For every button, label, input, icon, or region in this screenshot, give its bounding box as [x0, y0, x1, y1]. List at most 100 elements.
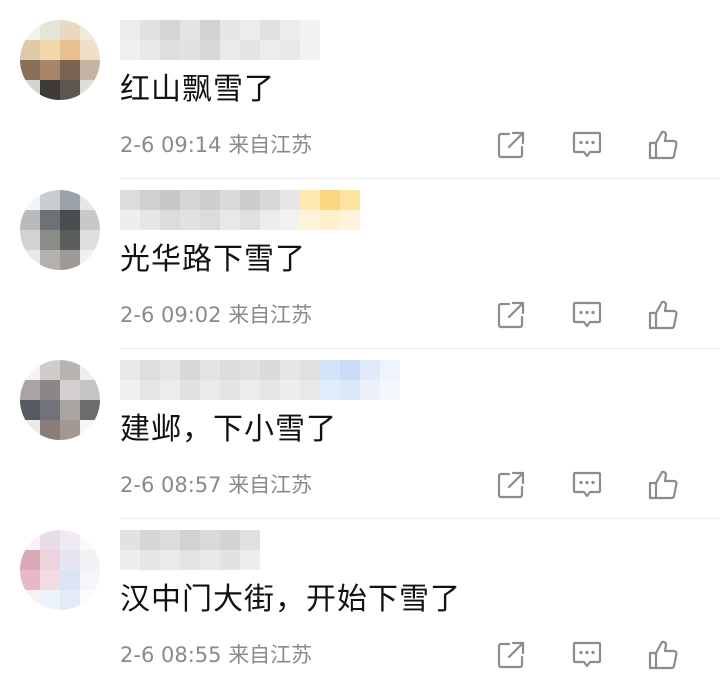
username-blur-row	[120, 360, 400, 380]
username-blur-cell	[300, 40, 320, 60]
like-button[interactable]	[646, 638, 680, 672]
username-blur-cell	[200, 550, 220, 570]
username-blur-cell	[360, 380, 380, 400]
share-button[interactable]	[494, 128, 528, 162]
avatar-pixel	[40, 20, 60, 40]
comment-location: 来自江苏	[228, 133, 313, 157]
avatar-pixel	[20, 230, 40, 250]
share-button[interactable]	[494, 468, 528, 502]
avatar-pixel	[80, 550, 100, 570]
comment-icon	[572, 301, 602, 328]
comment-actions	[494, 298, 680, 332]
avatar[interactable]	[20, 360, 100, 440]
username-blur-cell	[140, 550, 160, 570]
username-blur-cell	[220, 210, 240, 230]
reply-button[interactable]	[570, 298, 604, 332]
avatar-pixel	[20, 210, 40, 230]
username-blur-cell	[380, 360, 400, 380]
avatar-pixel	[20, 530, 40, 550]
username-blur-cell	[180, 190, 200, 210]
username-blurred[interactable]	[120, 530, 260, 570]
username-blurred[interactable]	[120, 20, 320, 60]
avatar-pixel	[40, 60, 60, 80]
share-button[interactable]	[494, 298, 528, 332]
avatar-pixel	[40, 420, 60, 440]
avatar-pixel	[60, 420, 80, 440]
avatar-pixel	[40, 40, 60, 60]
username-blur-cell	[260, 380, 280, 400]
username-blur-cell	[220, 550, 240, 570]
comment-text: 建邺，下小雪了	[120, 412, 337, 447]
share-icon	[497, 471, 525, 499]
username-blurred[interactable]	[120, 190, 360, 230]
avatar-pixel	[40, 550, 60, 570]
username-blur-cell	[280, 190, 300, 210]
username-blur-cell	[200, 210, 220, 230]
avatar-pixel	[40, 400, 60, 420]
avatar-pixel	[60, 230, 80, 250]
avatar-pixel	[40, 80, 60, 100]
username-blur-cell	[200, 360, 220, 380]
username-blur-cell	[220, 190, 240, 210]
share-button[interactable]	[494, 638, 528, 672]
like-button[interactable]	[646, 468, 680, 502]
comment-meta: 2-6 08:57 来自江苏	[120, 470, 312, 500]
comment-icon	[572, 641, 602, 668]
username-blur-cell	[380, 380, 400, 400]
comment-text: 红山飘雪了	[120, 72, 275, 107]
like-button[interactable]	[646, 298, 680, 332]
avatar-pixel	[20, 570, 40, 590]
avatar-pixel	[20, 40, 40, 60]
reply-button[interactable]	[570, 638, 604, 672]
comment-meta: 2-6 09:14 来自江苏	[120, 130, 312, 160]
avatar[interactable]	[20, 530, 100, 610]
username-blur-cell	[280, 40, 300, 60]
username-blur-cell	[300, 20, 320, 40]
username-blur-cell	[260, 210, 280, 230]
username-blur-cell	[220, 380, 240, 400]
avatar-pixel	[80, 400, 100, 420]
username-blur-cell	[180, 550, 200, 570]
avatar-pixel	[20, 190, 40, 210]
avatar[interactable]	[20, 20, 100, 100]
username-blur-cell	[140, 530, 160, 550]
avatar-pixel	[40, 530, 60, 550]
username-blurred[interactable]	[120, 360, 400, 400]
username-blur-cell	[180, 210, 200, 230]
comment-time: 2-6 09:14	[120, 133, 222, 157]
avatar-pixel	[20, 60, 40, 80]
reply-button[interactable]	[570, 128, 604, 162]
like-button[interactable]	[646, 128, 680, 162]
like-icon	[648, 640, 678, 670]
reply-button[interactable]	[570, 468, 604, 502]
username-blur-cell	[180, 380, 200, 400]
username-blur-cell	[120, 40, 140, 60]
avatar-pixel	[20, 80, 40, 100]
username-blur-cell	[180, 20, 200, 40]
avatar-pixel	[80, 230, 100, 250]
avatar-pixel	[60, 530, 80, 550]
username-blur-cell	[280, 380, 300, 400]
avatar-pixel	[80, 210, 100, 230]
username-blur-cell	[140, 210, 160, 230]
username-blur-cell	[240, 210, 260, 230]
username-blur-cell	[200, 190, 220, 210]
avatar-pixel	[40, 590, 60, 610]
username-blur-row	[120, 530, 260, 550]
comment-text: 汉中门大街，开始下雪了	[120, 582, 461, 617]
username-blur-cell	[300, 360, 320, 380]
username-blur-cell	[180, 40, 200, 60]
avatar[interactable]	[20, 190, 100, 270]
avatar-pixel	[40, 360, 60, 380]
username-blur-cell	[240, 20, 260, 40]
username-blur-cell	[200, 40, 220, 60]
username-blur-cell	[340, 360, 360, 380]
username-blur-cell	[240, 360, 260, 380]
username-blur-cell	[120, 210, 140, 230]
username-blur-cell	[300, 380, 320, 400]
avatar-pixel	[20, 590, 40, 610]
comment-location: 来自江苏	[228, 473, 313, 497]
comment-time: 2-6 08:57	[120, 473, 222, 497]
username-blur-cell	[340, 190, 360, 210]
avatar-pixel	[60, 190, 80, 210]
